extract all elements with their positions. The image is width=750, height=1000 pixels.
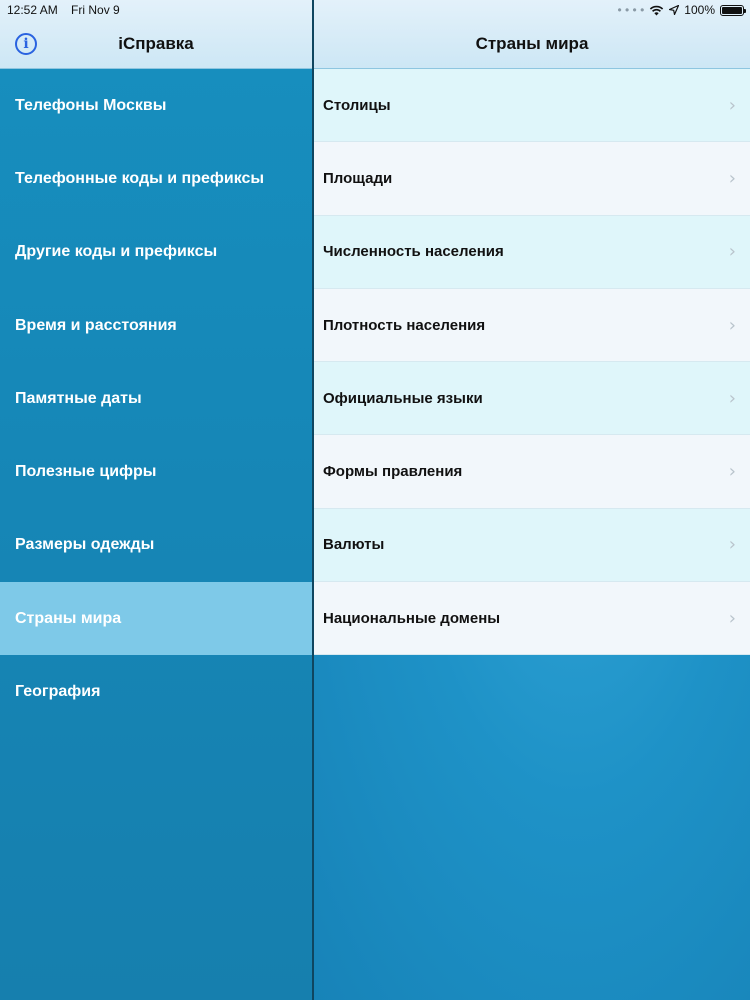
list-item-label: Формы правления [323, 463, 463, 481]
detail-title: Страны мира [475, 34, 589, 53]
location-arrow-icon [669, 5, 680, 15]
chevron-right-icon: › [728, 461, 736, 483]
chevron-right-icon: › [728, 241, 736, 263]
list-item-population[interactable]: Численность населения › [314, 215, 750, 289]
wifi-icon [650, 5, 664, 15]
battery-icon [720, 4, 746, 16]
battery-fill [722, 6, 742, 14]
sidebar-item-label: Телефонные коды и префиксы [15, 169, 265, 187]
sidebar-item-moscow-phones[interactable]: Телефоны Москвы [0, 69, 312, 142]
sidebar-item-dates[interactable]: Памятные даты [0, 362, 312, 435]
status-date: Fri Nov 9 [71, 3, 120, 17]
sidebar-item-label: География [15, 683, 101, 701]
list-item-government[interactable]: Формы правления › [314, 435, 750, 509]
list-item-density[interactable]: Плотность населения › [314, 288, 750, 363]
detail-list: Столицы › Площади › Численность населения ›… [314, 69, 750, 656]
sidebar-item-time-distance[interactable]: Время и расстояния [0, 289, 312, 362]
sidebar-item-label: Страны мира [15, 609, 122, 627]
sidebar-title: iСправка [118, 34, 194, 53]
sidebar-item-label: Телефоны Москвы [15, 96, 167, 114]
list-item-label: Площади [323, 169, 393, 187]
sidebar-item-label: Размеры одежды [15, 536, 155, 554]
status-bar: 12:52 AM Fri Nov 9 • • • • 100% [0, 0, 750, 20]
list-item-capitals[interactable]: Столицы › [314, 69, 750, 143]
sidebar-item-label: Время и расстояния [15, 316, 177, 334]
sidebar-item-countries[interactable]: Страны мира [0, 582, 312, 656]
sidebar-item-other-codes[interactable]: Другие коды и префиксы [0, 216, 312, 289]
sidebar-item-geography[interactable]: География [0, 655, 312, 728]
chevron-right-icon: › [728, 314, 736, 336]
detail-pane: Страны мира Столицы › Площади › Численност… [314, 0, 750, 1000]
list-item-label: Численность населения [323, 243, 504, 261]
chevron-right-icon: › [728, 387, 736, 409]
list-item-label: Национальные домены [323, 609, 501, 627]
sidebar-menu: Телефоны Москвы Телефонные коды и префик… [0, 69, 312, 729]
status-right: • • • • 100% [617, 3, 746, 17]
list-item-languages[interactable]: Официальные языки › [314, 362, 750, 436]
sidebar-item-phone-codes[interactable]: Телефонные коды и префиксы [0, 142, 312, 215]
list-item-domains[interactable]: Национальные домены › [314, 582, 750, 656]
battery-percent: 100% [684, 3, 715, 17]
sidebar-item-useful-numbers[interactable]: Полезные цифры [0, 435, 312, 508]
chevron-right-icon: › [728, 534, 736, 556]
list-item-areas[interactable]: Площади › [314, 142, 750, 216]
status-left: 12:52 AM Fri Nov 9 [7, 3, 130, 17]
list-item-label: Официальные языки [323, 389, 483, 407]
sidebar: i iСправка Телефоны Москвы Телефонные ко… [0, 0, 312, 1000]
list-item-label: Плотность населения [323, 316, 486, 334]
list-item-label: Валюты [323, 536, 385, 554]
list-item-currencies[interactable]: Валюты › [314, 508, 750, 583]
status-dots: • • • • [617, 3, 645, 17]
chevron-right-icon: › [728, 167, 736, 189]
sidebar-item-clothing-sizes[interactable]: Размеры одежды [0, 509, 312, 582]
status-time: 12:52 AM [7, 3, 58, 17]
list-item-label: Столицы [323, 96, 391, 114]
sidebar-item-label: Полезные цифры [15, 463, 157, 481]
chevron-right-icon: › [728, 607, 736, 629]
sidebar-item-label: Памятные даты [15, 389, 142, 407]
chevron-right-icon: › [728, 94, 736, 116]
sidebar-item-label: Другие коды и префиксы [15, 243, 218, 261]
